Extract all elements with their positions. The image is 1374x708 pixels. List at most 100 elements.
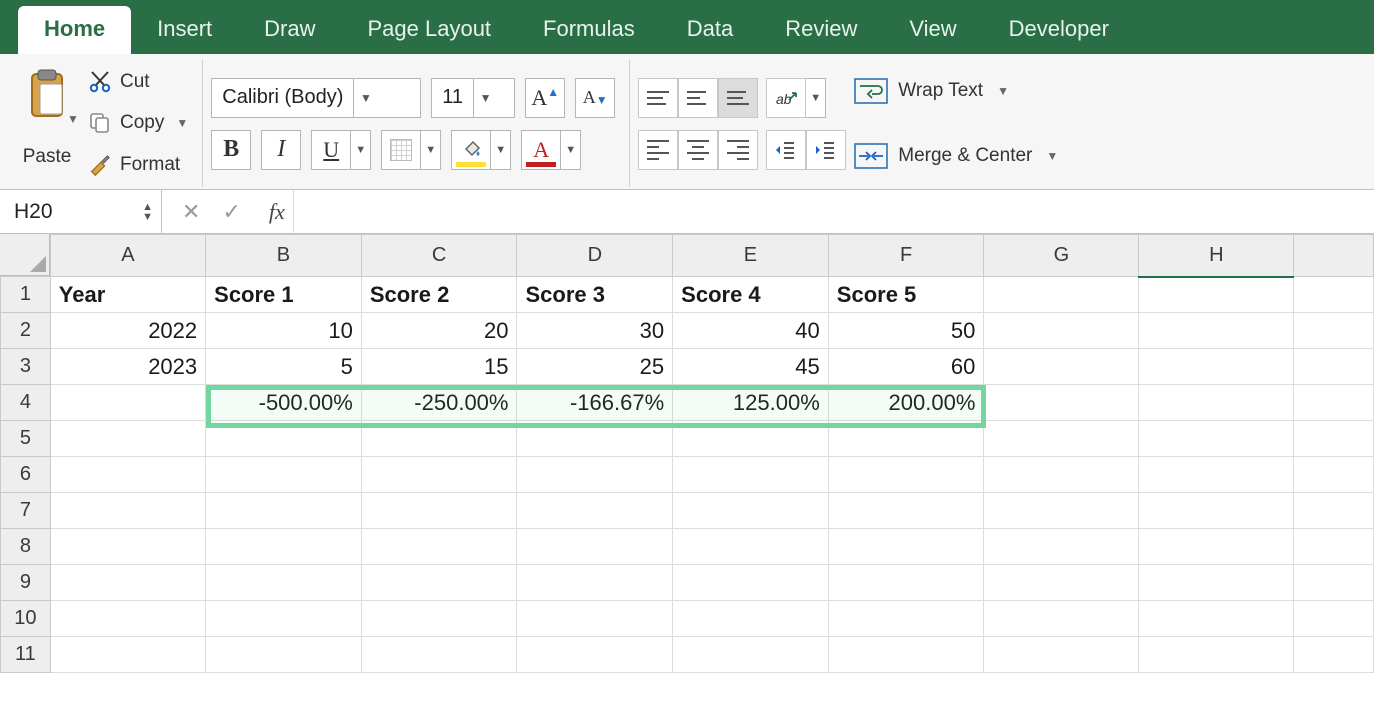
fill-color-dropdown-icon[interactable]: ▼ xyxy=(491,130,511,170)
cell-G10[interactable] xyxy=(984,601,1139,637)
name-box-spinner[interactable]: ▲▼ xyxy=(142,202,153,222)
cell-G7[interactable] xyxy=(984,493,1139,529)
cell-B6[interactable] xyxy=(206,457,362,493)
enter-formula-button[interactable]: ✓ xyxy=(214,195,248,229)
tab-view[interactable]: View xyxy=(883,6,982,54)
underline-button[interactable]: U xyxy=(311,130,351,170)
col-header-B[interactable]: B xyxy=(206,235,362,277)
col-header-A[interactable]: A xyxy=(50,235,205,277)
cell-H5[interactable] xyxy=(1139,421,1294,457)
cell-B5[interactable] xyxy=(206,421,362,457)
cell-B1[interactable]: Score 1 xyxy=(206,277,362,313)
tab-home[interactable]: Home xyxy=(18,6,131,54)
cell-D2[interactable]: 30 xyxy=(517,313,673,349)
font-color-button[interactable]: A xyxy=(521,130,561,170)
cell-B8[interactable] xyxy=(206,529,362,565)
row-header-4[interactable]: 4 xyxy=(1,385,51,421)
orientation-button[interactable]: ab xyxy=(766,78,806,118)
cut-button[interactable]: Cut xyxy=(88,70,188,94)
wrap-text-dropdown-icon[interactable]: ▼ xyxy=(997,84,1009,98)
tab-review[interactable]: Review xyxy=(759,6,883,54)
align-bottom-button[interactable] xyxy=(718,78,758,118)
wrap-text-button[interactable]: Wrap Text ▼ xyxy=(854,78,1058,104)
cell-G9[interactable] xyxy=(984,565,1139,601)
paste-button[interactable]: ▼ xyxy=(16,64,78,142)
cell-C11[interactable] xyxy=(361,637,517,673)
cell-I7[interactable] xyxy=(1294,493,1374,529)
align-right-button[interactable] xyxy=(718,130,758,170)
font-size-dropdown-icon[interactable]: ▼ xyxy=(473,79,497,117)
cell-D3[interactable]: 25 xyxy=(517,349,673,385)
cell-E1[interactable]: Score 4 xyxy=(673,277,829,313)
cell-C10[interactable] xyxy=(361,601,517,637)
cell-A2[interactable]: 2022 xyxy=(50,313,205,349)
cell-E10[interactable] xyxy=(673,601,829,637)
merge-center-button[interactable]: Merge & Center ▼ xyxy=(854,143,1058,169)
cell-G5[interactable] xyxy=(984,421,1139,457)
col-header-H[interactable]: H xyxy=(1139,235,1294,277)
select-all-triangle[interactable] xyxy=(0,234,50,276)
cell-C4[interactable]: -250.00% xyxy=(361,385,517,421)
borders-dropdown-icon[interactable]: ▼ xyxy=(421,130,441,170)
cell-B3[interactable]: 5 xyxy=(206,349,362,385)
cell-A1[interactable]: Year xyxy=(50,277,205,313)
cell-A7[interactable] xyxy=(50,493,205,529)
cell-H10[interactable] xyxy=(1139,601,1294,637)
cancel-formula-button[interactable]: ✕ xyxy=(174,195,208,229)
align-center-button[interactable] xyxy=(678,130,718,170)
cell-B2[interactable]: 10 xyxy=(206,313,362,349)
tab-draw[interactable]: Draw xyxy=(238,6,341,54)
cell-I6[interactable] xyxy=(1294,457,1374,493)
cell-E5[interactable] xyxy=(673,421,829,457)
cell-A4[interactable] xyxy=(50,385,205,421)
cell-C7[interactable] xyxy=(361,493,517,529)
cell-I9[interactable] xyxy=(1294,565,1374,601)
cell-D8[interactable] xyxy=(517,529,673,565)
cell-G4[interactable] xyxy=(984,385,1139,421)
cell-F4[interactable]: 200.00% xyxy=(828,385,984,421)
cell-D10[interactable] xyxy=(517,601,673,637)
cell-I11[interactable] xyxy=(1294,637,1374,673)
cell-E9[interactable] xyxy=(673,565,829,601)
cell-B11[interactable] xyxy=(206,637,362,673)
copy-dropdown-icon[interactable]: ▼ xyxy=(176,116,188,130)
fill-color-button[interactable] xyxy=(451,130,491,170)
cell-F10[interactable] xyxy=(828,601,984,637)
increase-font-button[interactable]: A▲ xyxy=(525,78,565,118)
cell-A11[interactable] xyxy=(50,637,205,673)
cell-C5[interactable] xyxy=(361,421,517,457)
cell-F11[interactable] xyxy=(828,637,984,673)
cell-B9[interactable] xyxy=(206,565,362,601)
col-header-C[interactable]: C xyxy=(361,235,517,277)
italic-button[interactable]: I xyxy=(261,130,301,170)
decrease-indent-button[interactable] xyxy=(766,130,806,170)
cell-F6[interactable] xyxy=(828,457,984,493)
cell-H11[interactable] xyxy=(1139,637,1294,673)
cell-B4[interactable]: -500.00% xyxy=(206,385,362,421)
col-header-G[interactable]: G xyxy=(984,235,1139,277)
row-header-10[interactable]: 10 xyxy=(1,601,51,637)
underline-dropdown-icon[interactable]: ▼ xyxy=(351,130,371,170)
cell-I2[interactable] xyxy=(1294,313,1374,349)
cell-F9[interactable] xyxy=(828,565,984,601)
cell-F2[interactable]: 50 xyxy=(828,313,984,349)
cell-H4[interactable] xyxy=(1139,385,1294,421)
cell-G2[interactable] xyxy=(984,313,1139,349)
tab-formulas[interactable]: Formulas xyxy=(517,6,661,54)
col-header-extra[interactable] xyxy=(1294,235,1374,277)
cell-H8[interactable] xyxy=(1139,529,1294,565)
cell-E8[interactable] xyxy=(673,529,829,565)
cell-E7[interactable] xyxy=(673,493,829,529)
decrease-font-button[interactable]: A▼ xyxy=(575,78,615,118)
cell-C3[interactable]: 15 xyxy=(361,349,517,385)
cell-H2[interactable] xyxy=(1139,313,1294,349)
cell-G1[interactable] xyxy=(984,277,1139,313)
row-header-3[interactable]: 3 xyxy=(1,349,51,385)
row-header-2[interactable]: 2 xyxy=(1,313,51,349)
cell-I4[interactable] xyxy=(1294,385,1374,421)
tab-developer[interactable]: Developer xyxy=(983,6,1135,54)
cell-C2[interactable]: 20 xyxy=(361,313,517,349)
cell-E11[interactable] xyxy=(673,637,829,673)
cell-A8[interactable] xyxy=(50,529,205,565)
borders-button[interactable] xyxy=(381,130,421,170)
